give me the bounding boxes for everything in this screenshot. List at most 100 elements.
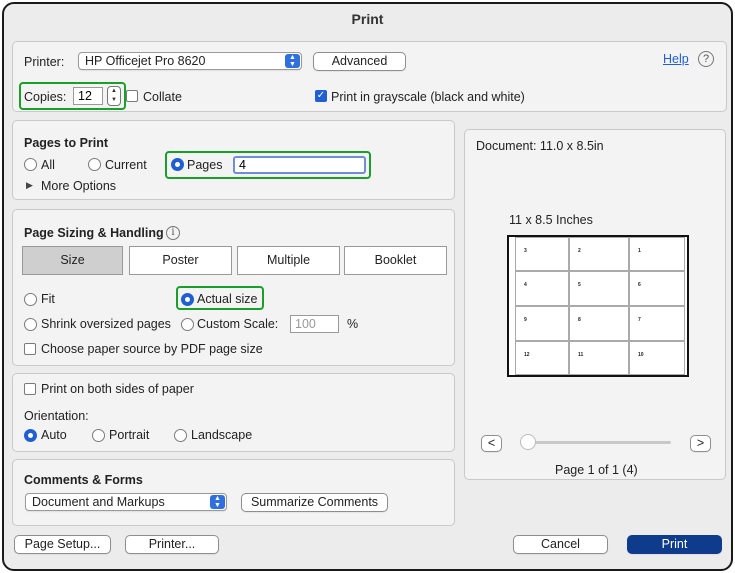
document-size-label: Document: 11.0 x 8.5in [476,139,604,153]
cell-label: 6 [638,282,641,288]
next-page-button[interactable]: > [690,435,711,452]
preview-cell: 6 [629,271,685,306]
landscape-radio[interactable] [174,429,187,442]
auto-label: Auto [41,428,67,442]
actual-size-radio[interactable] [181,293,194,306]
preview-group: Document: 11.0 x 8.5in 11 x 8.5 Inches 3… [464,129,726,480]
auto-radio[interactable] [24,429,37,442]
shrink-radio[interactable] [24,318,37,331]
previous-page-button[interactable]: < [481,435,502,452]
custom-scale-label: Custom Scale: [197,317,279,331]
preview-cell: 12 [515,341,569,375]
collate-checkbox[interactable] [126,90,138,102]
preview-cell: 5 [569,271,629,306]
cell-label: 2 [578,248,581,254]
current-radio[interactable] [88,158,101,171]
page-sizing-heading: Page Sizing & Handling [24,226,164,240]
duplex-group: Print on both sides of paper Orientation… [12,373,455,452]
comments-forms-heading: Comments & Forms [24,473,143,487]
preview-cell: 9 [515,306,569,341]
summarize-comments-button[interactable]: Summarize Comments [241,493,388,512]
pages-label: Pages [187,158,223,172]
orientation-label: Orientation: [24,409,89,423]
preview-cell: 8 [569,306,629,341]
comments-select-value: Document and Markups [32,495,165,509]
cancel-button[interactable]: Cancel [513,535,608,554]
more-options-label[interactable]: More Options [41,179,116,193]
preview-cell: 1 [629,237,685,271]
copies-stepper[interactable]: ▲ ▼ [107,86,121,106]
chevron-left-icon: < [487,436,496,450]
preview-cell: 11 [569,341,629,375]
paper-source-checkbox[interactable] [24,343,36,355]
pages-to-print-heading: Pages to Print [24,136,109,150]
preview-cell: 7 [629,306,685,341]
printer-button[interactable]: Printer... [125,535,219,554]
cell-label: 10 [638,352,644,358]
cell-label: 3 [524,248,527,254]
dialog-title: Print [351,11,384,27]
fit-radio[interactable] [24,293,37,306]
custom-scale-input[interactable] [290,315,339,333]
grayscale-label: Print in grayscale (black and white) [331,90,525,104]
tab-size[interactable]: Size [22,246,123,275]
page-slider-thumb[interactable] [520,434,536,450]
help-link[interactable]: Help [663,52,689,66]
page-sizing-group: Page Sizing & Handling i Size Poster Mul… [12,209,455,366]
portrait-label: Portrait [109,428,150,442]
actual-size-label: Actual size [197,292,258,306]
both-sides-checkbox[interactable] [24,383,36,395]
advanced-button[interactable]: Advanced [313,52,406,71]
preview-size-label: 11 x 8.5 Inches [509,213,593,227]
cell-label: 11 [578,352,584,358]
all-radio[interactable] [24,158,37,171]
comments-forms-group: Comments & Forms Document and Markups ▲ ▼… [12,459,455,526]
chevron-right-icon: > [696,436,705,450]
printer-group: Printer: HP Officejet Pro 8620 ▲ ▼ Advanc… [12,41,727,112]
printer-select-value: HP Officejet Pro 8620 [85,54,206,68]
chevron-updown-icon: ▲ ▼ [285,54,300,68]
page-counter: Page 1 of 1 (4) [555,463,638,477]
copies-label: Copies: [24,90,67,104]
cell-label: 9 [524,317,527,323]
pages-range-input[interactable] [233,156,366,174]
cell-label: 5 [578,282,581,288]
chevron-updown-icon: ▲ ▼ [210,495,225,509]
help-icon-glyph: ? [702,53,710,65]
comments-select[interactable]: Document and Markups ▲ ▼ [25,493,227,511]
preview-cell: 2 [569,237,629,271]
tab-multiple[interactable]: Multiple [237,246,340,275]
printer-label: Printer: [24,55,65,69]
shrink-label: Shrink oversized pages [41,317,171,331]
fit-label: Fit [41,292,55,306]
copies-input[interactable] [73,87,103,105]
disclosure-triangle-icon[interactable]: ▶ [26,180,33,191]
pages-to-print-group: Pages to Print All Current Pages ▶ More … [12,120,455,200]
cell-label: 12 [524,352,530,358]
pages-radio[interactable] [171,158,184,171]
tab-booklet[interactable]: Booklet [344,246,447,275]
info-icon[interactable]: i [166,226,180,240]
tab-poster[interactable]: Poster [129,246,232,275]
current-label: Current [105,158,147,172]
page-slider-track[interactable] [521,441,671,444]
cell-label: 8 [578,317,581,323]
info-icon-glyph: i [171,227,175,238]
printer-select[interactable]: HP Officejet Pro 8620 ▲ ▼ [78,52,302,70]
percent-label: % [347,317,359,331]
paper-source-label: Choose paper source by PDF page size [41,342,263,356]
portrait-radio[interactable] [92,429,105,442]
cell-label: 4 [524,282,527,288]
cell-label: 7 [638,317,641,323]
page-setup-button[interactable]: Page Setup... [14,535,111,554]
all-label: All [41,158,55,172]
landscape-label: Landscape [191,428,253,442]
help-icon[interactable]: ? [698,51,714,67]
print-dialog: Print Printer: HP Officejet Pro 8620 ▲ ▼ … [2,2,733,571]
grayscale-checkbox[interactable]: ✓ [315,90,327,102]
collate-label: Collate [143,90,182,104]
print-button[interactable]: Print [627,535,722,554]
custom-scale-radio[interactable] [181,318,194,331]
both-sides-label: Print on both sides of paper [41,382,194,396]
preview-cell: 10 [629,341,685,375]
